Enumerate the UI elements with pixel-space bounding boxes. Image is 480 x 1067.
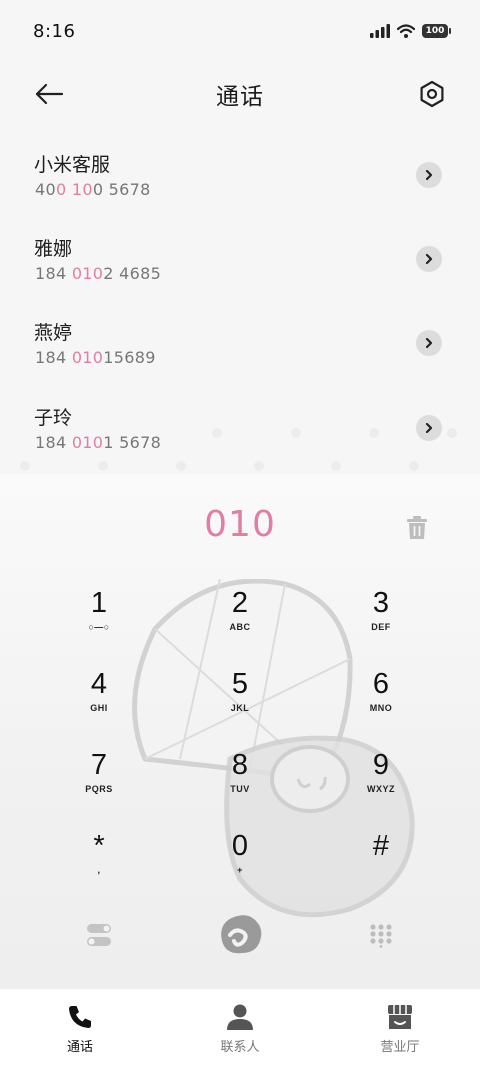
dial-key-0[interactable]: 0 + (185, 829, 295, 899)
dial-key-4[interactable]: 4 GHI (44, 667, 154, 737)
trash-icon (407, 516, 427, 539)
chevron-right-icon (425, 169, 433, 181)
contact-number: 184 0102 4685 (35, 264, 162, 283)
key-letters: TUV (230, 784, 250, 794)
delete-button[interactable] (404, 514, 430, 542)
toggle-icon (87, 924, 111, 946)
contact-detail-button[interactable] (416, 330, 442, 356)
battery-icon: 100 (422, 24, 451, 38)
settings-button[interactable] (414, 76, 450, 112)
nav-tab-contacts[interactable]: 联系人 (160, 989, 320, 1067)
nav-tab-calls[interactable]: 通话 (0, 989, 160, 1067)
wifi-icon (397, 24, 415, 38)
key-letters: + (237, 865, 243, 875)
key-letters: DEF (371, 622, 391, 632)
dialer-tools (0, 898, 480, 968)
key-digit: 2 (231, 587, 249, 619)
contact-name: 燕婷 (34, 322, 73, 344)
decor-dot (98, 461, 108, 471)
decor-dot (20, 461, 30, 471)
dial-key-7[interactable]: 7 PQRS (44, 748, 154, 818)
key-digit: # (372, 830, 390, 862)
status-time: 8:16 (33, 20, 76, 42)
contact-match-list: 小米客服 400 100 5678 雅娜 184 0102 4685 燕婷 18… (0, 134, 480, 474)
decor-dot (291, 428, 301, 438)
chevron-right-icon (425, 337, 433, 349)
dial-key-1[interactable]: 1 ○—○ (44, 586, 154, 656)
key-letters: ○—○ (88, 622, 110, 632)
header: 通话 (0, 66, 480, 122)
status-icons: 100 (370, 24, 451, 38)
chevron-right-icon (425, 253, 433, 265)
arrow-left-icon (35, 83, 64, 105)
key-digit: 3 (372, 587, 390, 619)
dial-key-8[interactable]: 8 TUV (185, 748, 295, 818)
key-letters: GHI (90, 703, 108, 713)
key-letters: JKL (230, 703, 250, 713)
page-title: 通话 (216, 84, 264, 110)
decor-dot (212, 428, 222, 438)
contact-row[interactable]: 雅娜 184 0102 4685 (0, 218, 480, 298)
key-letters: ABC (229, 622, 251, 632)
dial-key-star[interactable]: *, (44, 829, 154, 899)
key-digit: * (93, 830, 105, 862)
key-digit: 9 (372, 749, 390, 781)
phone-icon (69, 1006, 91, 1028)
decor-dot (369, 428, 379, 438)
decor-dot (176, 461, 186, 471)
dial-key-5[interactable]: 5 JKL (185, 667, 295, 737)
dial-key-hash[interactable]: # (326, 829, 436, 899)
call-button-icon (221, 915, 262, 954)
dial-key-3[interactable]: 3 DEF (326, 586, 436, 656)
key-digit: 7 (90, 749, 108, 781)
nav-label: 通话 (66, 1040, 93, 1055)
dial-key-9[interactable]: 9 WXYZ (326, 748, 436, 818)
decor-dot (447, 428, 457, 438)
key-letters: WXYZ (367, 784, 395, 794)
nav-label: 联系人 (220, 1040, 260, 1055)
contact-name: 小米客服 (34, 154, 111, 176)
dialer-panel: 010 1 ○—○ 2 ABC 3 DEF 4 GHI 5 JKL 6 MNO 7 PQRS … (0, 474, 480, 989)
key-digit: 1 (90, 587, 108, 619)
call-button[interactable] (212, 908, 268, 960)
person-icon (227, 1004, 253, 1030)
decor-dot (254, 461, 264, 471)
status-bar: 8:16 100 (0, 0, 480, 62)
key-digit: 0 (231, 830, 249, 862)
decor-dot (331, 461, 341, 471)
store-icon (388, 1005, 412, 1029)
contact-row[interactable]: 燕婷 184 01015689 (0, 302, 480, 382)
decorative-dots (0, 428, 480, 474)
key-letters: , (97, 865, 101, 875)
toggle-button[interactable] (82, 918, 116, 952)
contact-number: 184 01015689 (35, 348, 156, 367)
keypad-icon (370, 924, 392, 948)
key-letters: PQRS (85, 784, 113, 794)
key-letters: MNO (369, 703, 393, 713)
key-digit: 8 (231, 749, 249, 781)
contact-row[interactable]: 小米客服 400 100 5678 (0, 134, 480, 214)
dial-key-6[interactable]: 6 MNO (326, 667, 436, 737)
key-digit: 6 (372, 668, 390, 700)
nav-tab-store[interactable]: 营业厅 (320, 989, 480, 1067)
contact-name: 雅娜 (34, 238, 73, 260)
dial-key-2[interactable]: 2 ABC (185, 586, 295, 656)
signal-icon (370, 24, 390, 38)
key-digit: 5 (231, 668, 249, 700)
battery-level: 100 (425, 26, 445, 36)
key-digit: 4 (90, 668, 108, 700)
contact-detail-button[interactable] (416, 162, 442, 188)
hexagon-settings-icon (420, 80, 444, 108)
bottom-navigation: 通话 联系人 营业厅 (0, 989, 480, 1067)
contact-name: 子玲 (34, 407, 73, 429)
contact-detail-button[interactable] (416, 246, 442, 272)
keypad-toggle-button[interactable] (364, 918, 398, 952)
back-button[interactable] (32, 78, 66, 110)
decor-dot (409, 461, 419, 471)
nav-label: 营业厅 (380, 1040, 420, 1055)
contact-number: 400 100 5678 (35, 180, 151, 199)
